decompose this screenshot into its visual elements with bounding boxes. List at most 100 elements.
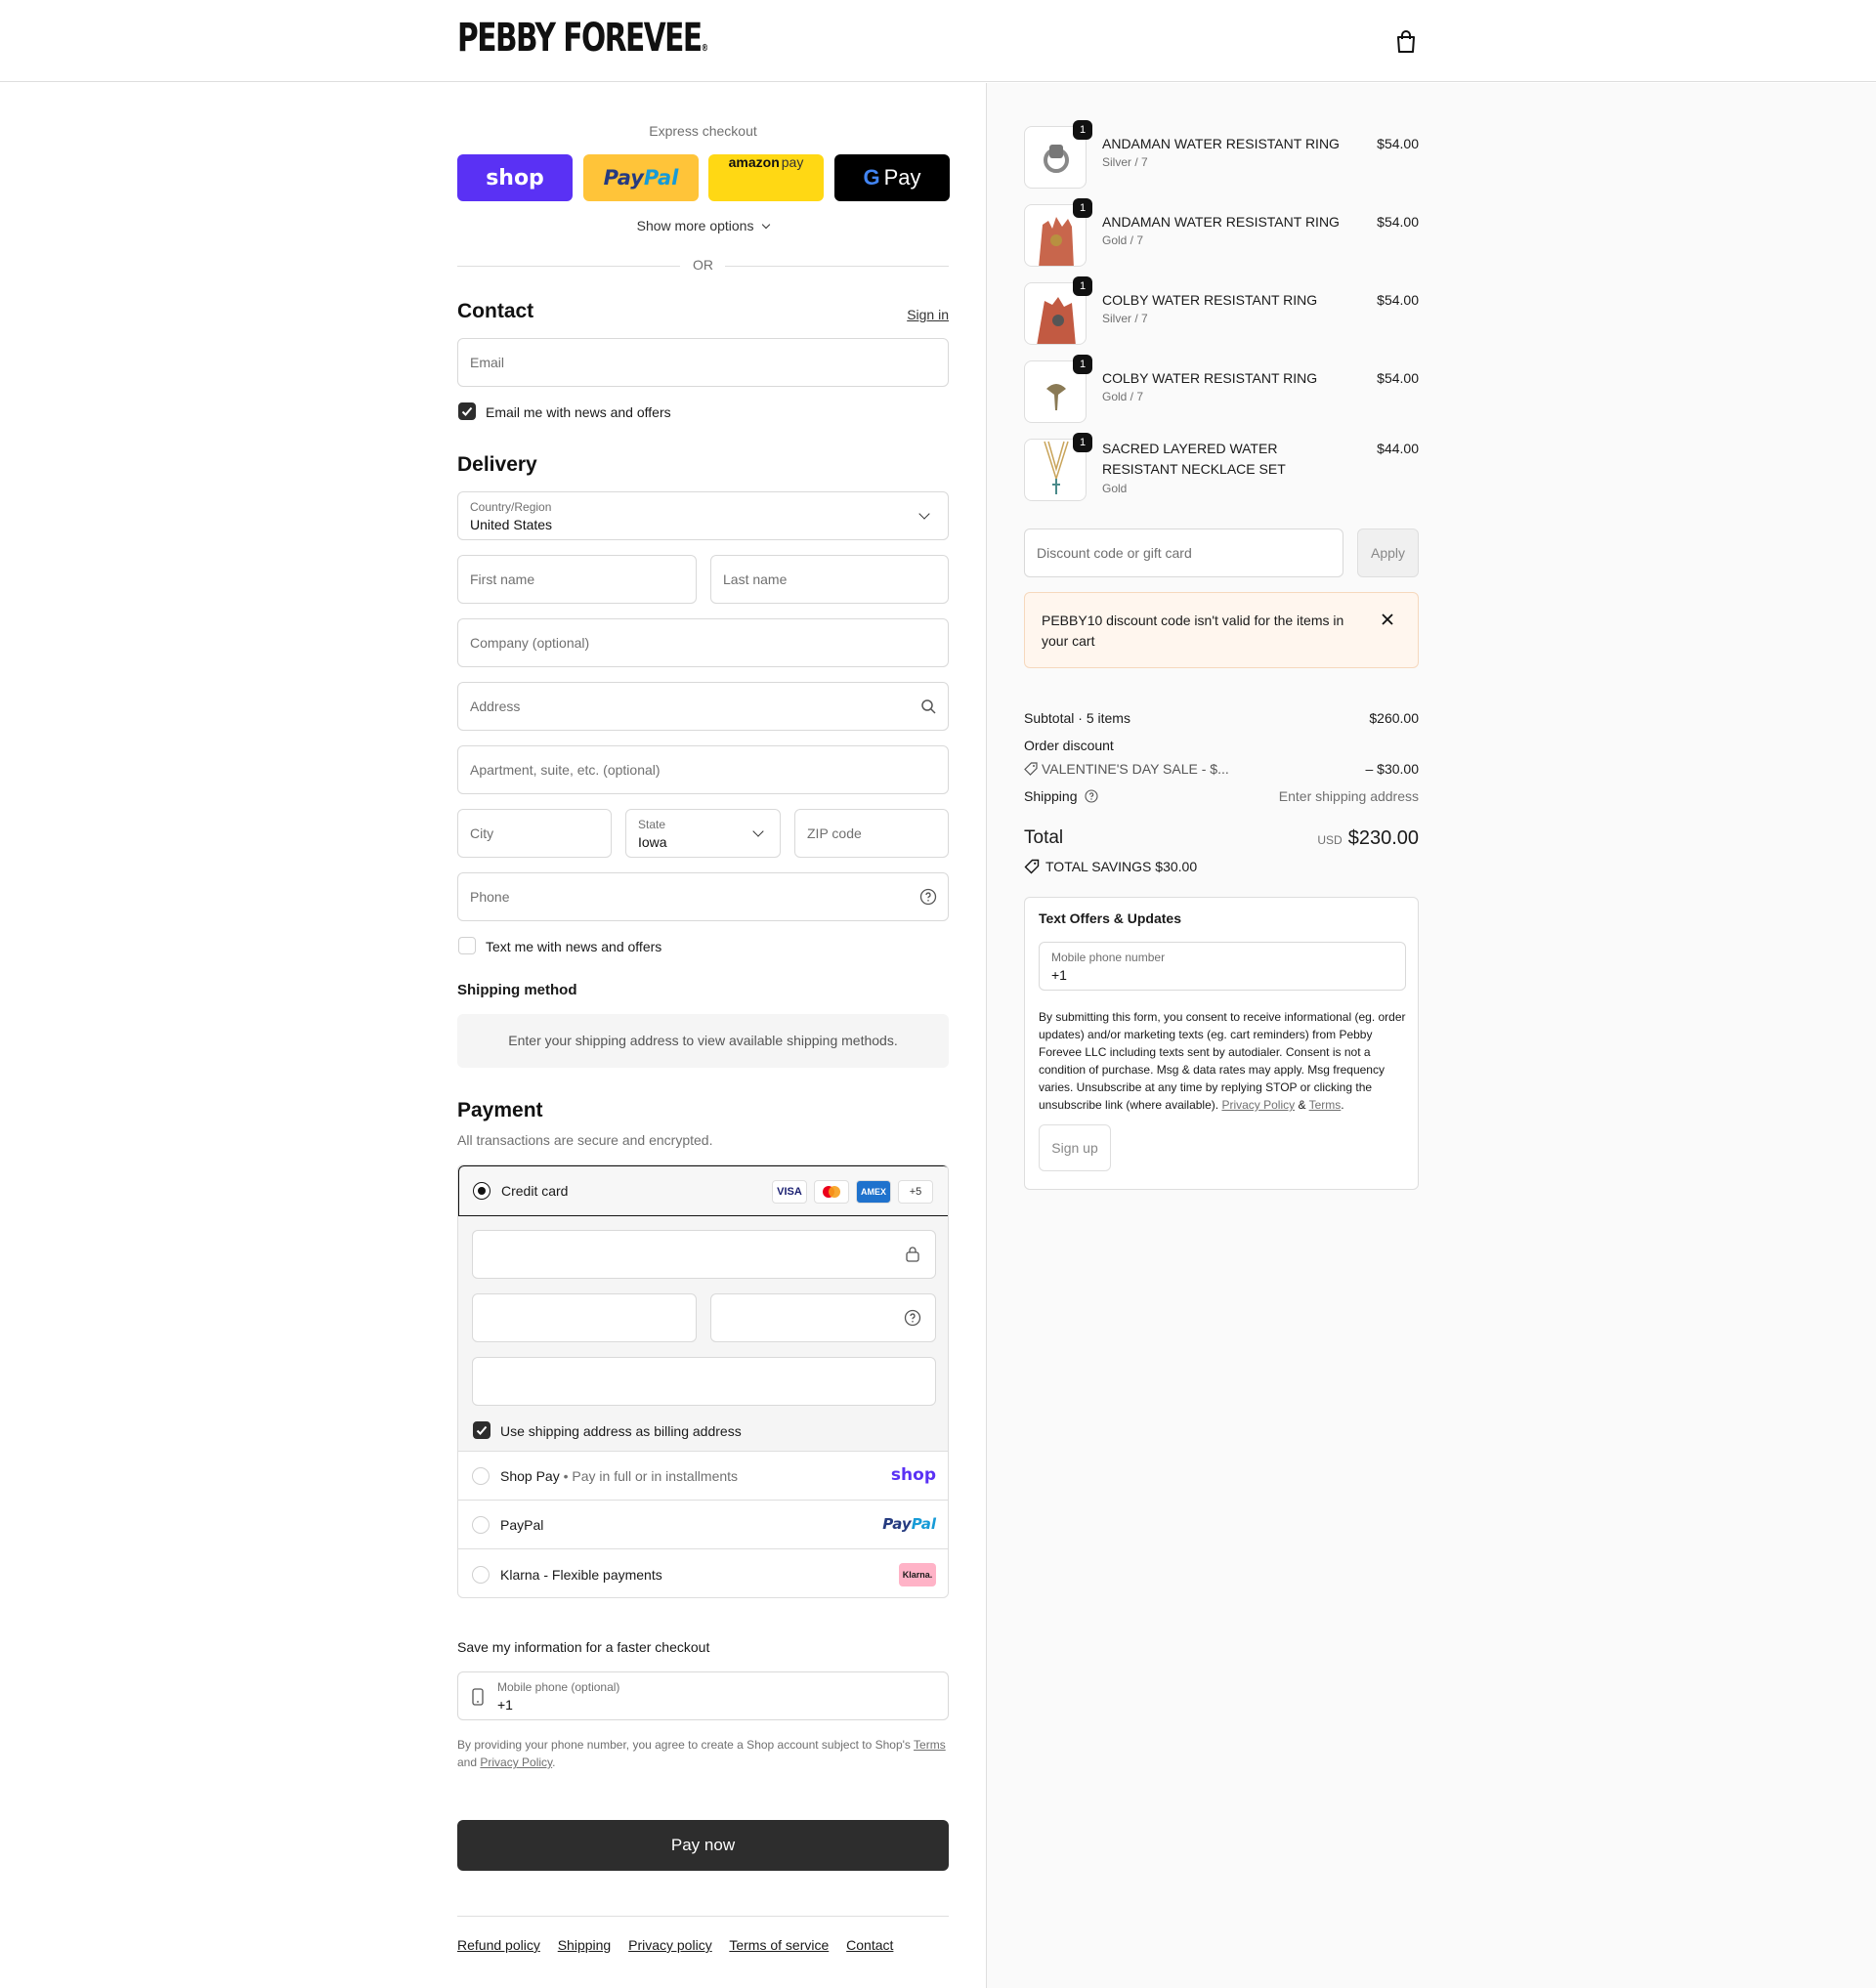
help-circle-icon[interactable] — [1085, 789, 1098, 806]
item-price: $44.00 — [1377, 441, 1419, 456]
save-info-phone-field[interactable]: Mobile phone (optional) +1 — [457, 1671, 949, 1720]
discount-row: VALENTINE'S DAY SALE - $... – $30.00 — [1024, 761, 1419, 779]
zip-code-field[interactable]: ZIP code — [794, 809, 949, 858]
terms-of-service-link[interactable]: Terms of service — [729, 1937, 829, 1953]
quantity-badge: 1 — [1073, 355, 1092, 374]
visa-icon: VISA — [772, 1180, 807, 1204]
payment-heading: Payment — [457, 1099, 543, 1121]
amazon-pay-express-button[interactable]: amazon pay — [708, 154, 824, 201]
mastercard-icon — [814, 1180, 849, 1204]
paypal-express-button[interactable]: PayPal — [583, 154, 699, 201]
credit-card-fields: Use shipping address as billing address — [458, 1216, 948, 1451]
show-more-options-button[interactable]: Show more options — [457, 218, 949, 233]
text-offers-label: Text me with news and offers — [486, 939, 662, 954]
privacy-policy-link[interactable]: Privacy Policy — [1221, 1098, 1295, 1112]
last-name-field[interactable]: Last name — [710, 555, 949, 604]
item-name: ANDAMAN WATER RESISTANT RING — [1102, 214, 1340, 230]
cart-bag-icon[interactable] — [1395, 29, 1417, 55]
mobile-phone-field[interactable]: Mobile phone number +1 — [1039, 942, 1406, 991]
email-offers-checkbox[interactable] — [458, 402, 476, 420]
address-field[interactable]: Address — [457, 682, 949, 731]
card-number-field[interactable] — [472, 1230, 936, 1279]
privacy-policy-link[interactable]: Privacy policy — [628, 1937, 712, 1953]
quantity-badge: 1 — [1073, 276, 1092, 296]
shop-pay-logo: shop — [890, 1465, 936, 1485]
cart-item: 1 SACRED LAYERED WATER RESISTANT NECKLAC… — [1024, 433, 1419, 517]
cart-item: 1 COLBY WATER RESISTANT RING Silver / 7 … — [1024, 276, 1419, 351]
terms-link[interactable]: Terms — [1309, 1098, 1342, 1112]
store-logo[interactable]: PEBBY FOREVEE® — [457, 16, 708, 61]
help-circle-icon[interactable] — [904, 1309, 921, 1330]
footer-links: Refund policy Shipping Privacy policy Te… — [457, 1937, 907, 1953]
credit-card-option[interactable]: Credit card VISA AMEX +5 — [458, 1165, 948, 1216]
discount-code-field[interactable]: Discount code or gift card — [1024, 529, 1343, 577]
security-code-field[interactable] — [710, 1293, 936, 1342]
total-row: Total USD $230.00 — [1024, 827, 1419, 849]
state-select[interactable]: State Iowa — [625, 809, 781, 858]
billing-same-checkbox[interactable] — [473, 1421, 490, 1439]
shop-account-note: By providing your phone number, you agre… — [457, 1738, 946, 1769]
discount-error-alert: PEBBY10 discount code isn't valid for th… — [1024, 592, 1419, 668]
first-name-field[interactable]: First name — [457, 555, 697, 604]
amex-icon: AMEX — [856, 1180, 891, 1204]
pay-now-button[interactable]: Pay now — [457, 1820, 949, 1871]
search-icon — [920, 698, 936, 717]
email-field[interactable]: Email — [457, 338, 949, 387]
help-circle-icon[interactable] — [919, 888, 937, 909]
text-offers-heading: Text Offers & Updates — [1039, 910, 1181, 926]
tag-icon — [1024, 762, 1038, 779]
google-pay-express-button[interactable]: G Pay — [834, 154, 950, 201]
sign-up-button[interactable]: Sign up — [1039, 1124, 1111, 1171]
google-g-icon: G — [863, 165, 880, 190]
item-name: COLBY WATER RESISTANT RING — [1102, 370, 1318, 386]
item-variant: Gold / 7 — [1102, 390, 1144, 403]
credit-card-radio[interactable] — [473, 1182, 490, 1200]
city-field[interactable]: City — [457, 809, 612, 858]
email-offers-label: Email me with news and offers — [486, 404, 671, 420]
text-offers-checkbox[interactable] — [458, 937, 476, 954]
sign-in-link[interactable]: Sign in — [907, 307, 949, 322]
cart-item: 1 ANDAMAN WATER RESISTANT RING Gold / 7 … — [1024, 198, 1419, 273]
paypal-logo: PayPal — [882, 1515, 936, 1533]
item-variant: Silver / 7 — [1102, 312, 1148, 325]
apartment-field[interactable]: Apartment, suite, etc. (optional) — [457, 745, 949, 794]
billing-same-label: Use shipping address as billing address — [500, 1423, 742, 1439]
shop-pay-radio[interactable] — [472, 1467, 490, 1485]
more-cards-badge: +5 — [898, 1180, 933, 1204]
item-name: ANDAMAN WATER RESISTANT RING — [1102, 136, 1340, 151]
item-price: $54.00 — [1377, 136, 1419, 151]
item-name: COLBY WATER RESISTANT RING — [1102, 292, 1318, 308]
shop-pay-option[interactable]: Shop Pay • Pay in full or in installment… — [458, 1451, 948, 1500]
shop-privacy-link[interactable]: Privacy Policy — [480, 1755, 552, 1769]
or-divider: OR — [457, 257, 949, 276]
shop-pay-express-button[interactable]: shop — [457, 154, 573, 201]
shop-terms-link[interactable]: Terms — [914, 1738, 946, 1752]
shipping-method-placeholder: Enter your shipping address to view avai… — [457, 1014, 949, 1068]
apply-discount-button[interactable]: Apply — [1357, 529, 1419, 577]
payment-subtitle: All transactions are secure and encrypte… — [457, 1132, 713, 1148]
quantity-badge: 1 — [1073, 433, 1092, 452]
klarna-option[interactable]: Klarna - Flexible payments Klarna. — [458, 1548, 948, 1597]
shipping-policy-link[interactable]: Shipping — [558, 1937, 612, 1953]
paypal-radio[interactable] — [472, 1516, 490, 1534]
item-price: $54.00 — [1377, 292, 1419, 308]
save-info-heading: Save my information for a faster checkou… — [457, 1639, 710, 1655]
klarna-radio[interactable] — [472, 1566, 490, 1584]
expiration-date-field[interactable] — [472, 1293, 697, 1342]
paypal-option[interactable]: PayPal PayPal — [458, 1500, 948, 1548]
item-variant: Silver / 7 — [1102, 155, 1148, 169]
item-variant: Gold / 7 — [1102, 233, 1144, 247]
quantity-badge: 1 — [1073, 120, 1092, 140]
contact-link[interactable]: Contact — [846, 1937, 893, 1953]
tag-icon — [1024, 859, 1040, 877]
lock-icon — [906, 1246, 919, 1265]
cart-item: 1 COLBY WATER RESISTANT RING Gold / 7 $5… — [1024, 355, 1419, 429]
refund-policy-link[interactable]: Refund policy — [457, 1937, 540, 1953]
chevron-down-icon — [752, 825, 764, 837]
name-on-card-field[interactable] — [472, 1357, 936, 1406]
phone-field[interactable]: Phone — [457, 872, 949, 921]
company-field[interactable]: Company (optional) — [457, 618, 949, 667]
close-icon[interactable] — [1382, 613, 1393, 628]
delivery-heading: Delivery — [457, 453, 537, 476]
country-select[interactable]: Country/Region United States — [457, 491, 949, 540]
